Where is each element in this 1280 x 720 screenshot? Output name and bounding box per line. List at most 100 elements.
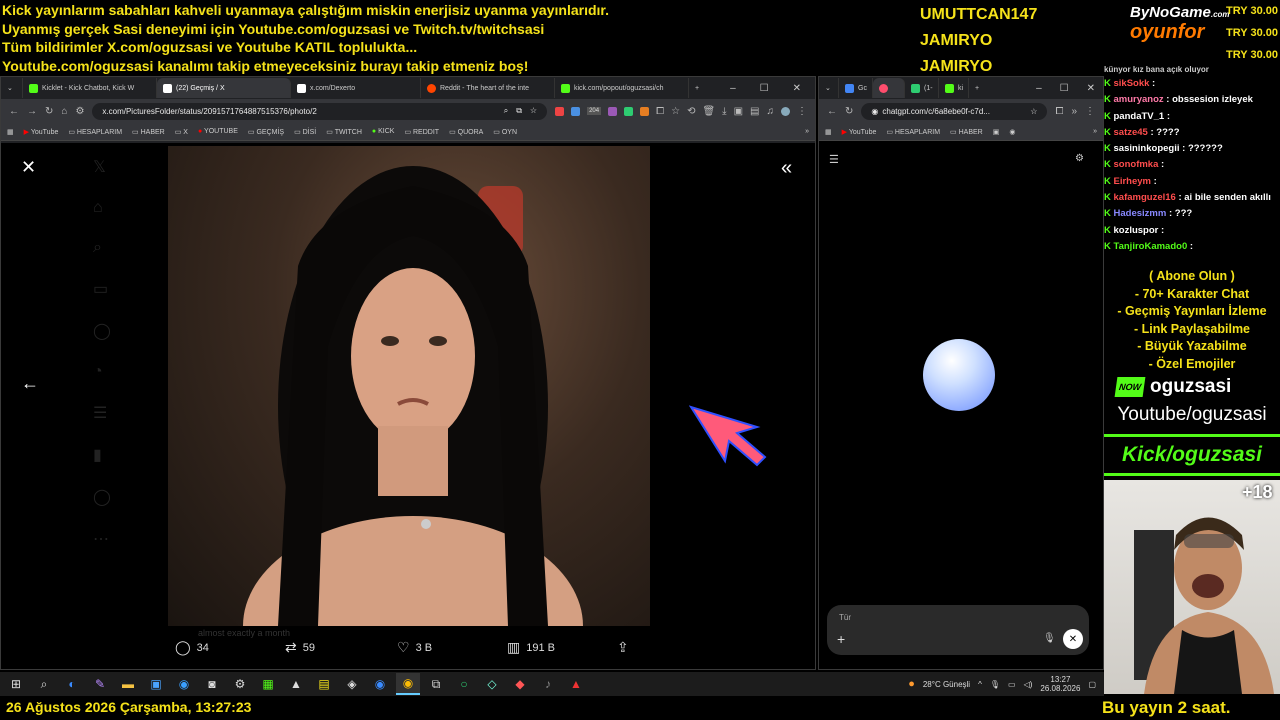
close-icon[interactable]: ✕ bbox=[1087, 83, 1095, 94]
views-button[interactable]: ▥ 191 B bbox=[507, 639, 617, 656]
monitor-icon[interactable]: ▣ bbox=[144, 673, 168, 695]
download-icon[interactable]: ⤓ bbox=[722, 106, 726, 117]
bookmark-gecmis[interactable]: ▭ GEÇMİŞ bbox=[248, 128, 284, 136]
plus-icon[interactable]: + bbox=[837, 631, 845, 647]
reload-icon[interactable]: ↻ bbox=[45, 106, 53, 117]
sidebar-icon[interactable]: ▤ bbox=[750, 106, 759, 117]
maximize-icon[interactable]: ☐ bbox=[760, 83, 769, 94]
bookmark-icon[interactable]: ☆ bbox=[671, 106, 680, 117]
apps-icon[interactable]: ▦ bbox=[825, 128, 832, 136]
file-explorer-icon[interactable]: ▬ bbox=[116, 673, 140, 695]
url-input[interactable]: ◉ chatgpt.com/c/6a8ebe0f-c7d... ☆ bbox=[861, 102, 1048, 120]
obs-triangle-icon[interactable]: ▲ bbox=[284, 673, 308, 695]
bookmark-reddit[interactable]: ▭ REDDIT bbox=[404, 128, 439, 136]
extension-icon[interactable]: ◉ bbox=[1009, 128, 1015, 136]
close-viewer-icon[interactable]: ✕ bbox=[21, 157, 36, 178]
tab-kicklet[interactable]: Kicklet - Kick Chatbot, Kick W bbox=[23, 78, 157, 98]
tab-menu-button[interactable]: ⌄ bbox=[1, 78, 23, 98]
tab-menu-button[interactable]: ⌄ bbox=[819, 78, 839, 98]
chat-username[interactable]: pandaTV_1 bbox=[1114, 111, 1165, 122]
bookmark-kick[interactable]: ● KICK bbox=[372, 128, 395, 135]
extension-icon[interactable] bbox=[640, 106, 650, 116]
tab-kick[interactable]: ki bbox=[939, 78, 969, 98]
maximize-icon[interactable]: ☐ bbox=[1060, 83, 1069, 94]
extension-icon[interactable] bbox=[571, 106, 581, 116]
menu-icon[interactable]: ⋮ bbox=[1085, 106, 1095, 117]
menu-icon[interactable]: ⋮ bbox=[797, 106, 807, 117]
profile-avatar[interactable] bbox=[781, 106, 790, 116]
bookmarks-overflow-icon[interactable]: » bbox=[1093, 128, 1097, 135]
install-icon[interactable]: ⧉ bbox=[516, 106, 522, 116]
previous-photo-icon[interactable]: ← bbox=[21, 373, 39, 394]
chat-username[interactable]: Hadesizmm bbox=[1114, 208, 1167, 219]
overflow-icon[interactable]: » bbox=[1071, 106, 1077, 117]
mic-off-icon[interactable]: 🎙 bbox=[1043, 633, 1056, 644]
extension-badge[interactable]: 204 bbox=[587, 107, 602, 115]
new-tab-button[interactable]: + bbox=[689, 78, 705, 98]
puzzle-icon[interactable]: ⧠ bbox=[656, 106, 664, 117]
extension-icon[interactable] bbox=[624, 106, 634, 116]
notes-icon[interactable]: ▤ bbox=[312, 673, 336, 695]
chat-username[interactable]: TanjiroKamado0 bbox=[1114, 241, 1188, 252]
url-input[interactable]: x.com/PicturesFolder/status/209157176488… bbox=[92, 102, 548, 120]
bookmarks-overflow-icon[interactable]: » bbox=[805, 128, 809, 135]
music-icon[interactable]: ♪ bbox=[536, 673, 560, 695]
tab-other[interactable]: (1- bbox=[905, 78, 939, 98]
close-icon[interactable]: ✕ bbox=[793, 83, 801, 94]
reload-icon[interactable]: ↻ bbox=[845, 106, 853, 117]
home-icon[interactable]: ⌂ bbox=[61, 106, 67, 117]
tab-google[interactable]: Gc bbox=[839, 78, 873, 98]
chat-username[interactable]: sonofmka bbox=[1114, 159, 1159, 170]
bookmark-hesaplarim[interactable]: ▭ HESAPLARIM bbox=[68, 128, 122, 136]
bookmark-twitch[interactable]: ▭ TWITCH bbox=[326, 128, 362, 136]
extension-icon[interactable] bbox=[555, 106, 565, 116]
brave-icon[interactable]: ◆ bbox=[508, 673, 532, 695]
start-icon[interactable]: ⊞ bbox=[4, 673, 28, 695]
new-tab-button[interactable]: + bbox=[969, 78, 985, 98]
bookmark-oyn[interactable]: ▭ OYN bbox=[493, 128, 517, 136]
chat-username[interactable]: satze45 bbox=[1114, 127, 1148, 138]
pen-icon[interactable]: ✎ bbox=[88, 673, 112, 695]
search-icon[interactable]: ⌕ bbox=[32, 673, 56, 695]
reply-button[interactable]: ◯ 34 bbox=[175, 639, 285, 656]
weather-text[interactable]: 28°C Güneşli bbox=[923, 680, 970, 689]
tab-reddit[interactable]: Reddit - The heart of the inte bbox=[421, 78, 555, 98]
bookmark-haber[interactable]: ▭ HABER bbox=[132, 128, 165, 136]
camera-icon[interactable]: ◙ bbox=[200, 673, 224, 695]
extension-icon[interactable] bbox=[608, 106, 618, 116]
settings-icon[interactable]: ⚙ bbox=[228, 673, 252, 695]
screenshot-icon[interactable]: ▣ bbox=[734, 106, 743, 117]
edge-dev-icon[interactable]: ◐ bbox=[60, 673, 84, 695]
network-icon[interactable]: ▭ bbox=[1008, 680, 1016, 689]
sidebar-toggle-icon[interactable]: ☰ bbox=[829, 153, 839, 166]
bookmark-youtube-folder[interactable]: ● YOUTUBE bbox=[198, 128, 238, 135]
bookmark-disi[interactable]: ▭ DİSİ bbox=[294, 128, 316, 136]
extension-icon[interactable]: ⚙ bbox=[75, 106, 84, 117]
game-icon[interactable]: ▦ bbox=[256, 673, 280, 695]
mic-icon[interactable]: 🎙 bbox=[990, 680, 1000, 689]
edge-icon[interactable]: ◉ bbox=[172, 673, 196, 695]
voice-orb[interactable] bbox=[923, 339, 995, 411]
back-icon[interactable]: ← bbox=[827, 106, 837, 117]
chat-username[interactable]: kozluspor bbox=[1114, 225, 1159, 236]
bookmark-quora[interactable]: ▭ QUORA bbox=[449, 128, 483, 136]
minimize-icon[interactable]: – bbox=[1036, 83, 1042, 94]
history-icon[interactable]: ⟲ bbox=[687, 106, 695, 117]
app-icon[interactable]: ◇ bbox=[480, 673, 504, 695]
forward-icon[interactable]: → bbox=[27, 106, 37, 117]
chat-username[interactable]: sasininkopegii bbox=[1114, 143, 1180, 154]
bookmark-star-icon[interactable]: ☆ bbox=[530, 106, 537, 116]
bookmark-youtube[interactable]: ▶ YouTube bbox=[842, 128, 877, 136]
back-icon[interactable]: ← bbox=[9, 106, 19, 117]
app-icon[interactable]: ○ bbox=[452, 673, 476, 695]
tab-chatgpt[interactable] bbox=[873, 78, 905, 98]
site-info-icon[interactable]: ◉ bbox=[871, 107, 878, 116]
app-icon[interactable]: ⧉ bbox=[424, 673, 448, 695]
end-voice-button[interactable]: ✕ bbox=[1063, 629, 1083, 649]
minimize-icon[interactable]: – bbox=[730, 83, 736, 94]
composer-placeholder[interactable]: Tür bbox=[839, 613, 851, 622]
chat-username[interactable]: Eirheym bbox=[1114, 176, 1152, 187]
bookmark-haber[interactable]: ▭ HABER bbox=[950, 128, 983, 136]
post-photo[interactable] bbox=[168, 146, 650, 626]
tab-kick-popout[interactable]: kick.com/popout/oguzsasi/ch bbox=[555, 78, 689, 98]
